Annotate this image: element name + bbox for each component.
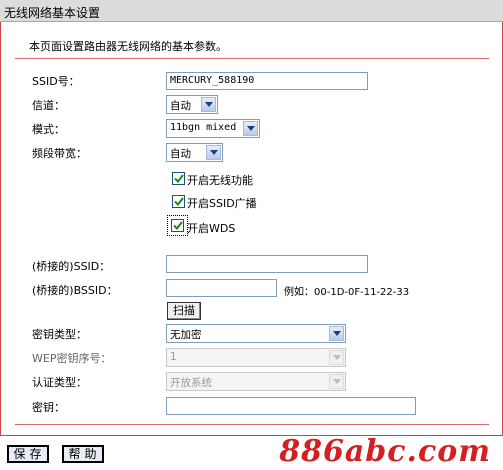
page-description: 本页面设置路由器无线网络的基本参数。	[29, 40, 227, 53]
wep-index-select[interactable]: 1	[166, 348, 346, 367]
ssid-label: SSID号：	[32, 75, 80, 88]
bssid-example: 例如：00-1D-0F-11-22-33	[284, 287, 410, 298]
checkmark-icon	[173, 174, 184, 183]
bridge-ssid-label: (桥接的)SSID：	[32, 260, 111, 273]
help-button[interactable]: 帮助	[62, 445, 104, 463]
wep-index-value: 1	[170, 351, 177, 363]
chevron-down-icon	[329, 326, 344, 341]
auth-type-label: 认证类型：	[32, 376, 87, 389]
divider	[15, 424, 489, 425]
channel-value: 自动	[170, 100, 191, 112]
ssid-input[interactable]: MERCURY_588190	[166, 72, 368, 90]
bandwidth-select[interactable]: 自动	[166, 143, 223, 162]
enable-wds-label: 开启WDS	[187, 222, 236, 235]
mode-label: 模式：	[32, 123, 65, 136]
bridge-bssid-input[interactable]	[166, 279, 277, 297]
bandwidth-label: 频段带宽：	[32, 147, 87, 160]
chevron-down-icon	[329, 374, 344, 389]
auth-type-value: 开放系统	[170, 377, 212, 389]
channel-label: 信道：	[32, 99, 65, 112]
page-title: 无线网络基本设置	[0, 0, 503, 22]
bridge-bssid-label: (桥接的)BSSID：	[32, 284, 118, 297]
key-type-value: 无加密	[170, 329, 202, 341]
mode-value: 11bgn mixed	[170, 122, 237, 133]
checkmark-icon	[172, 221, 183, 230]
bridge-ssid-input[interactable]	[166, 255, 368, 273]
watermark-logo: 886abc.com	[279, 434, 491, 469]
settings-panel: 本页面设置路由器无线网络的基本参数。 SSID号： MERCURY_588190…	[0, 22, 503, 435]
chevron-down-icon	[201, 97, 216, 112]
enable-wds-checkbox[interactable]	[171, 219, 184, 232]
wep-index-label: WEP密钥序号：	[32, 352, 112, 365]
scan-button[interactable]: 扫描	[167, 302, 201, 320]
checkmark-icon	[173, 197, 184, 206]
key-label: 密钥：	[32, 401, 65, 414]
key-input[interactable]	[166, 397, 416, 415]
enable-ssid-broadcast-checkbox[interactable]	[172, 195, 185, 208]
key-type-select[interactable]: 无加密	[166, 324, 346, 343]
mode-select[interactable]: 11bgn mixed	[166, 119, 260, 138]
chevron-down-icon	[329, 350, 344, 365]
enable-wireless-checkbox[interactable]	[172, 172, 185, 185]
enable-ssid-broadcast-label: 开启SSID广播	[187, 197, 257, 210]
key-type-label: 密钥类型：	[32, 328, 87, 341]
save-button[interactable]: 保存	[7, 445, 49, 463]
bandwidth-value: 自动	[170, 148, 191, 160]
divider	[15, 58, 489, 59]
enable-wireless-label: 开启无线功能	[187, 174, 253, 187]
auth-type-select[interactable]: 开放系统	[166, 372, 346, 391]
chevron-down-icon	[243, 121, 258, 136]
channel-select[interactable]: 自动	[166, 95, 218, 114]
chevron-down-icon	[206, 145, 221, 160]
